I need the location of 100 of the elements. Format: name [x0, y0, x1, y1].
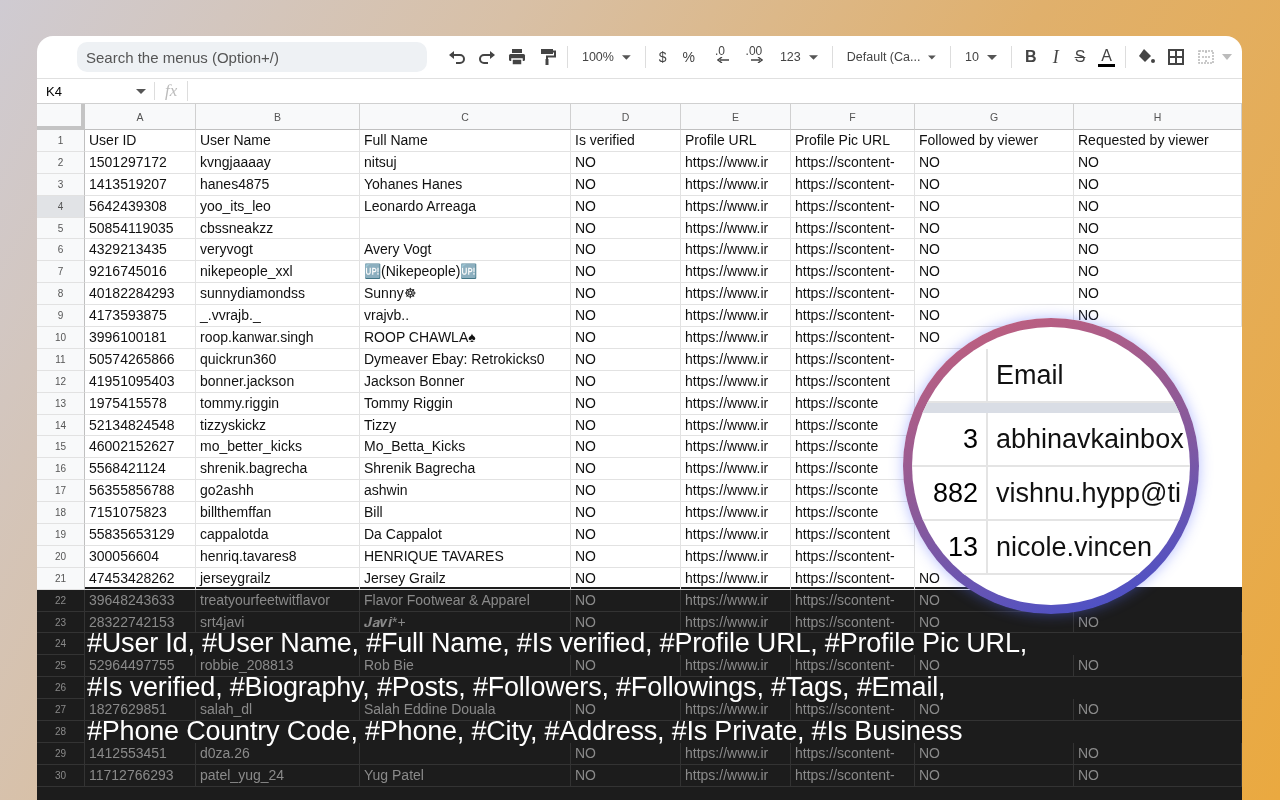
row-number[interactable]: 12	[37, 370, 85, 393]
cell-reference-field[interactable]: K4	[37, 82, 155, 100]
table-cell: 55835653129	[85, 524, 196, 546]
dropdown[interactable]: 100%	[577, 50, 635, 64]
row-number[interactable]: 17	[37, 480, 85, 503]
dropdown[interactable]: 10	[961, 50, 1002, 64]
table-cell: https://www.ir	[681, 283, 791, 306]
row-number[interactable]: 15	[37, 436, 85, 459]
table-cell: NO	[571, 545, 681, 568]
row-number[interactable]: 20	[37, 545, 85, 568]
arrow-icon	[716, 57, 729, 63]
table-cell: 1501297172	[85, 151, 196, 174]
table-cell: NO	[571, 283, 681, 306]
table-cell: 5568421124	[85, 458, 196, 481]
column-header[interactable]: F	[791, 104, 915, 130]
row-number[interactable]: 10	[37, 327, 85, 349]
decimal-button[interactable]: .00	[741, 45, 766, 69]
column-header[interactable]: B	[196, 104, 360, 130]
row-number[interactable]: 2	[37, 151, 85, 174]
table-cell: NO	[571, 414, 681, 437]
row-number[interactable]: 13	[37, 392, 85, 415]
borders-icon[interactable]	[1165, 47, 1186, 67]
table-cell: ashwin	[360, 480, 571, 503]
table-cell: go2ashh	[196, 480, 360, 503]
table-cell: NO	[1074, 217, 1242, 240]
table-cell: NO	[571, 195, 681, 218]
row-number[interactable]: 3	[37, 173, 85, 196]
table-cell: NO	[915, 239, 1074, 262]
row-number[interactable]: 7	[37, 261, 85, 284]
row-number[interactable]: 21	[37, 567, 85, 590]
table-cell: roop.kanwar.singh	[196, 327, 360, 349]
table-cell: Shrenik Bagrecha	[360, 458, 571, 481]
column-header[interactable]: C	[360, 104, 571, 130]
table-cell: billthemffan	[196, 502, 360, 525]
table-cell: 40182284293	[85, 283, 196, 306]
table-cell: 🆙(Nikepeople)🆙	[360, 261, 571, 284]
table-cell: shrenik.bagrecha	[196, 458, 360, 481]
table-cell: NO	[1074, 283, 1242, 306]
table-cell: Profile URL	[681, 130, 791, 152]
table-cell: NO	[915, 261, 1074, 284]
column-header[interactable]: D	[571, 104, 681, 130]
table-cell: https://www.ir	[681, 239, 791, 262]
format-button[interactable]: $	[655, 49, 670, 65]
table-cell: NO	[1074, 195, 1242, 218]
dropdown[interactable]: Default (Ca...	[842, 50, 941, 64]
merge-cells-icon	[1195, 47, 1216, 67]
table-cell: cappalotda	[196, 524, 360, 546]
row-number[interactable]: 14	[37, 414, 85, 437]
table-cell: NO	[571, 524, 681, 546]
column-header[interactable]: G	[915, 104, 1074, 130]
row-number[interactable]: 8	[37, 283, 85, 306]
table-cell: NO	[571, 327, 681, 349]
column-header[interactable]: E	[681, 104, 791, 130]
format-button[interactable]: A	[1098, 47, 1115, 67]
table-cell: https://scontent-	[791, 217, 915, 240]
table-cell: https://scontent-	[791, 239, 915, 262]
row-number[interactable]: 18	[37, 502, 85, 525]
table-cell: quickrun360	[196, 348, 360, 371]
table-cell: 3996100181	[85, 327, 196, 349]
table-cell: 9216745016	[85, 261, 196, 284]
table-cell: 4329213435	[85, 239, 196, 262]
row-number[interactable]: 6	[37, 239, 85, 262]
table-cell: 1413519207	[85, 173, 196, 196]
table-cell: ROOP CHAWLA♠	[360, 327, 571, 349]
row-number[interactable]: 19	[37, 524, 85, 546]
decimal-button[interactable]: .0	[707, 45, 732, 69]
table-cell: NO	[571, 217, 681, 240]
table-cell: https://www.ir	[681, 392, 791, 415]
format-button[interactable]: S	[1071, 48, 1089, 66]
table-cell: mo_better_kicks	[196, 436, 360, 459]
format-button[interactable]: %	[679, 49, 698, 65]
menu-search-field[interactable]: Search the menus (Option+/)	[77, 42, 427, 72]
dropdown[interactable]: 123	[775, 50, 822, 64]
table-cell: https://www.ir	[681, 327, 791, 349]
format-button[interactable]: I	[1049, 46, 1062, 68]
arrow-icon	[750, 57, 763, 63]
row-number[interactable]: 11	[37, 348, 85, 371]
caret-icon	[928, 54, 937, 60]
table-cell: 7151075823	[85, 502, 196, 525]
table-cell-text: abhinavkainbox	[995, 423, 1184, 455]
table-cell: https://www.ir	[681, 524, 791, 546]
column-header[interactable]: H	[1074, 104, 1242, 130]
row-number[interactable]: 4	[37, 195, 85, 218]
table-cell: sunnydiamondss	[196, 283, 360, 306]
table-cell: NO	[571, 458, 681, 481]
row-number[interactable]: 5	[37, 217, 85, 240]
table-cell-text: vishnu.hypp@ti	[995, 477, 1181, 509]
table-cell: vrajvb..	[360, 305, 571, 327]
table-cell-text: Email	[995, 359, 1064, 391]
table-cell: Is verified	[571, 130, 681, 152]
table-cell: Mo_Betta_Kicks	[360, 436, 571, 459]
table-cell: Leonardo Arreaga	[360, 195, 571, 218]
print-icon[interactable]	[507, 47, 527, 67]
row-number[interactable]: 9	[37, 305, 85, 327]
row-number[interactable]: 1	[37, 130, 85, 152]
table-cell: User ID	[85, 130, 196, 152]
column-header[interactable]: A	[85, 104, 196, 130]
format-button[interactable]: B	[1022, 48, 1040, 66]
row-number[interactable]: 16	[37, 458, 85, 481]
table-cell: NO	[571, 392, 681, 415]
